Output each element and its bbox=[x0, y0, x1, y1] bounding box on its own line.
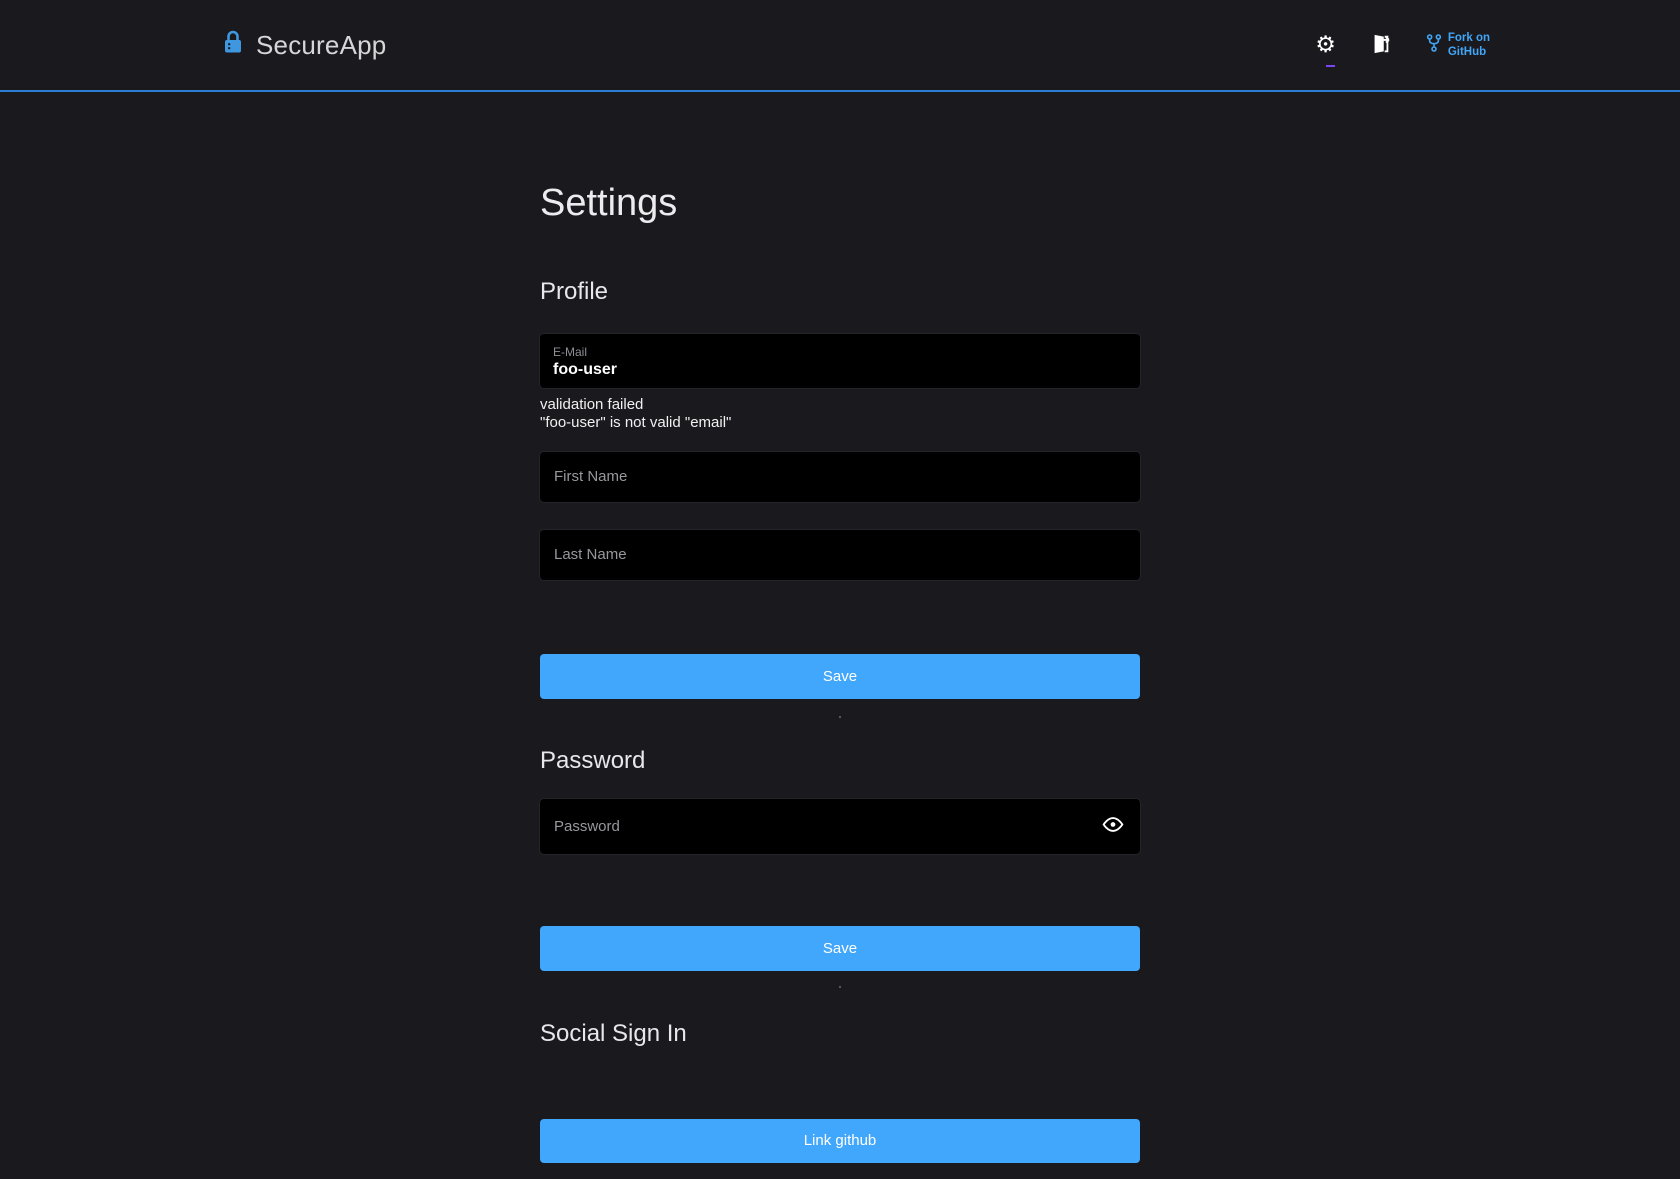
save-profile-button[interactable]: Save bbox=[540, 654, 1140, 699]
settings-page: Settings Profile E-Mail validation faile… bbox=[540, 184, 1140, 1163]
validation-error-line2: "foo-user" is not valid "email" bbox=[540, 414, 1140, 432]
settings-button[interactable]: ⚙ bbox=[1315, 34, 1336, 57]
validation-error-line1: validation failed bbox=[540, 396, 1140, 414]
email-input[interactable] bbox=[553, 361, 1127, 379]
password-input[interactable] bbox=[540, 799, 1140, 854]
gear-icon: ⚙ bbox=[1315, 34, 1336, 57]
page-title: Settings bbox=[540, 184, 1140, 222]
link-github-button[interactable]: Link github bbox=[540, 1119, 1140, 1163]
fork-link-label: Fork on GitHub bbox=[1448, 31, 1490, 60]
navbar: SecureApp ⚙ bbox=[0, 0, 1680, 92]
password-section-heading: Password bbox=[540, 749, 1140, 773]
active-tab-indicator bbox=[1326, 65, 1335, 67]
save-password-button[interactable]: Save bbox=[540, 926, 1140, 971]
navbar-actions: ⚙ bbox=[1315, 31, 1490, 60]
logout-icon bbox=[1370, 33, 1392, 58]
toggle-password-visibility-button[interactable] bbox=[1102, 817, 1124, 836]
profile-section-heading: Profile bbox=[540, 280, 1140, 304]
email-field-label: E-Mail bbox=[553, 345, 1127, 359]
last-name-input[interactable] bbox=[540, 530, 1140, 580]
divider-dot bbox=[839, 716, 841, 718]
fork-on-github-link[interactable]: Fork on GitHub bbox=[1426, 31, 1490, 60]
first-name-input[interactable] bbox=[540, 452, 1140, 502]
brand: SecureApp bbox=[222, 29, 386, 62]
divider-dot bbox=[839, 986, 841, 988]
eye-icon bbox=[1102, 817, 1124, 836]
email-validation-error: validation failed "foo-user" is not vali… bbox=[540, 396, 1140, 433]
brand-title: SecureApp bbox=[256, 30, 386, 61]
git-fork-icon bbox=[1426, 33, 1442, 58]
social-sign-in-heading: Social Sign In bbox=[540, 1022, 1140, 1046]
email-field[interactable]: E-Mail bbox=[540, 334, 1140, 388]
logout-button[interactable] bbox=[1370, 33, 1392, 58]
lock-icon bbox=[222, 29, 244, 62]
password-field bbox=[540, 799, 1140, 854]
